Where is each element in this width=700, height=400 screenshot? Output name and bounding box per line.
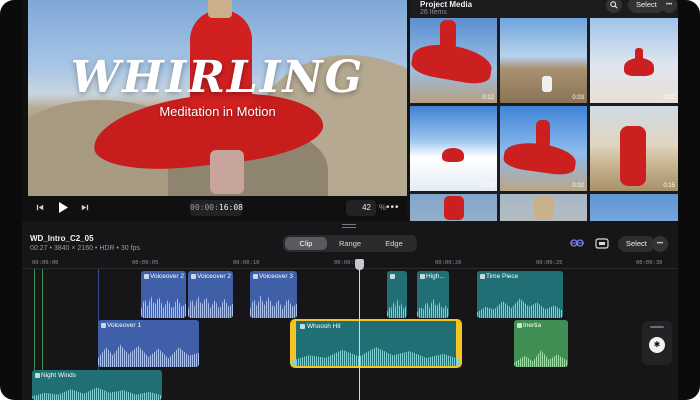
dancer-legs: [210, 150, 244, 194]
audio-waveform: [417, 298, 449, 318]
timeline-clip-voiceover-2[interactable]: Voiceover 2: [188, 271, 233, 318]
thumbnail-duration: 0:12: [482, 95, 494, 101]
audio-waveform: [98, 344, 199, 367]
media-thumbnail[interactable]: 0:03: [410, 106, 497, 191]
thumbnail-duration: 0:15: [663, 183, 675, 189]
audio-clip-icon: [144, 274, 149, 279]
audio-waveform: [250, 295, 297, 318]
transport-bar: 00:00:16:08 42 % •••: [22, 196, 407, 221]
ruler-tick: 00:00:25: [536, 260, 563, 266]
jog-control[interactable]: ✱: [642, 321, 672, 365]
audio-waveform: [477, 298, 563, 318]
media-title: Project Media: [420, 0, 473, 9]
timeline-more-icon[interactable]: •••: [652, 236, 668, 252]
media-thumbnail[interactable]: 0:02: [590, 18, 678, 103]
video-subtitle: Meditation in Motion: [159, 104, 276, 119]
clip-label: High...: [426, 273, 445, 280]
media-more-icon[interactable]: •••: [661, 0, 677, 13]
clip-label: Voiceover 3: [259, 273, 293, 280]
ruler-tick: 00:00:30: [636, 260, 663, 266]
timeline-clip-inertia[interactable]: Inertia: [514, 320, 568, 367]
audio-clip-icon: [35, 373, 40, 378]
skip-forward-icon[interactable]: [80, 203, 89, 214]
thumbnail-duration: 0:02: [663, 95, 675, 101]
editor-screen: WHIRLING Meditation in Motion 00:00:16:0…: [22, 0, 678, 400]
audio-waveform: [141, 295, 186, 318]
timeline-clip-voiceover-1[interactable]: Voiceover 1: [98, 320, 199, 367]
dancer-hat: [208, 0, 232, 18]
clip-label: Voiceover 1: [107, 322, 141, 329]
track-link-icon[interactable]: [570, 238, 584, 251]
media-browser: Project Media 26 Items Select ••• 0:12 0…: [410, 0, 678, 279]
media-thumbnail[interactable]: 0:03: [500, 18, 587, 103]
audio-clip-icon: [517, 323, 522, 328]
resize-handle[interactable]: [342, 224, 356, 228]
media-count: 26 Items: [420, 9, 447, 16]
clip-inspector-icon[interactable]: [595, 238, 609, 252]
audio-waveform: [387, 298, 407, 318]
segment-range[interactable]: Range: [329, 237, 371, 250]
ruler-tick: 00:00:20: [435, 260, 462, 266]
search-icon[interactable]: [606, 0, 622, 13]
timeline-clip-high[interactable]: High...: [417, 271, 449, 318]
segment-edge[interactable]: Edge: [373, 237, 415, 250]
clip-label: Voiceover 2: [197, 273, 231, 280]
ruler-tick: 00:00:00: [32, 260, 59, 266]
audio-clip-icon: [390, 274, 395, 279]
jog-knob-icon[interactable]: ✱: [649, 337, 665, 353]
video-title: WHIRLING: [70, 52, 365, 103]
audio-clip-icon: [480, 274, 485, 279]
video-preview[interactable]: WHIRLING Meditation in Motion: [28, 0, 407, 196]
clip-label: Inertia: [523, 322, 542, 329]
play-icon[interactable]: [57, 201, 69, 216]
timeline-clip-night-winds[interactable]: Night Winds: [32, 370, 162, 400]
timeline-clip-time-piece[interactable]: Time Piece: [477, 271, 563, 318]
timeline-clip-music[interactable]: [387, 271, 407, 318]
audio-waveform: [188, 295, 233, 318]
clip-label: Voiceover 2: [150, 273, 184, 280]
clip-trim-handle-left[interactable]: [292, 321, 296, 366]
audio-waveform: [32, 387, 162, 400]
audio-clip-icon: [191, 274, 196, 279]
timecode-display: 00:00:16:08: [190, 200, 243, 216]
time-ruler[interactable]: 00:00:00 00:00:05 00:00:10 00:00:15 00:0…: [22, 258, 678, 269]
edit-mode-segmented-control: Clip Range Edge: [283, 235, 417, 252]
timecode-main: 16:08: [218, 203, 243, 212]
segment-clip[interactable]: Clip: [285, 237, 327, 250]
skip-back-icon[interactable]: [36, 203, 45, 214]
media-select-button[interactable]: Select: [628, 0, 665, 13]
thumbnail-duration: 0:03: [572, 95, 584, 101]
project-meta: 00:27 • 3840 × 2160 • HDR • 30 fps: [30, 245, 140, 252]
thumbnail-duration: 0:02: [572, 183, 584, 189]
timeline-panel: WD_Intro_C2_05 00:27 • 3840 × 2160 • HDR…: [22, 221, 678, 400]
audio-clip-icon: [101, 323, 106, 328]
viewer-panel: WHIRLING Meditation in Motion 00:00:16:0…: [22, 0, 407, 221]
clip-label: Night Winds: [41, 372, 77, 379]
audio-waveform: [514, 350, 568, 367]
ruler-tick: 00:00:10: [233, 260, 260, 266]
project-name: WD_Intro_C2_05: [30, 234, 94, 243]
timecode-prefix: 00:00:: [190, 203, 219, 212]
ruler-tick: 00:00:05: [132, 260, 159, 266]
timeline-clip-voiceover-3[interactable]: Voiceover 3: [250, 271, 297, 318]
media-thumbnail[interactable]: 0:02: [500, 106, 587, 191]
device-frame: WHIRLING Meditation in Motion 00:00:16:0…: [0, 0, 700, 400]
audio-clip-icon: [420, 274, 425, 279]
clip-label: Whoosh Hit: [307, 323, 341, 330]
thumbnail-duration: 0:03: [482, 183, 494, 189]
playhead[interactable]: [359, 259, 360, 400]
timeline-select-button[interactable]: Select: [618, 236, 655, 252]
timeline-clip-voiceover-2[interactable]: Voiceover 2: [141, 271, 186, 318]
clip-label: Time Piece: [486, 273, 519, 280]
audio-clip-icon: [300, 324, 305, 329]
media-thumbnail[interactable]: 0:12: [410, 18, 497, 103]
more-icon[interactable]: •••: [386, 202, 400, 213]
zoom-field[interactable]: 42: [346, 200, 376, 216]
timeline-clip-whoosh-hit[interactable]: Whoosh Hit: [290, 319, 462, 368]
audio-clip-icon: [253, 274, 258, 279]
playhead-handle[interactable]: [355, 259, 364, 270]
media-thumbnail[interactable]: 0:15: [590, 106, 678, 191]
audio-waveform: [292, 347, 460, 366]
jog-grip: [650, 326, 664, 328]
